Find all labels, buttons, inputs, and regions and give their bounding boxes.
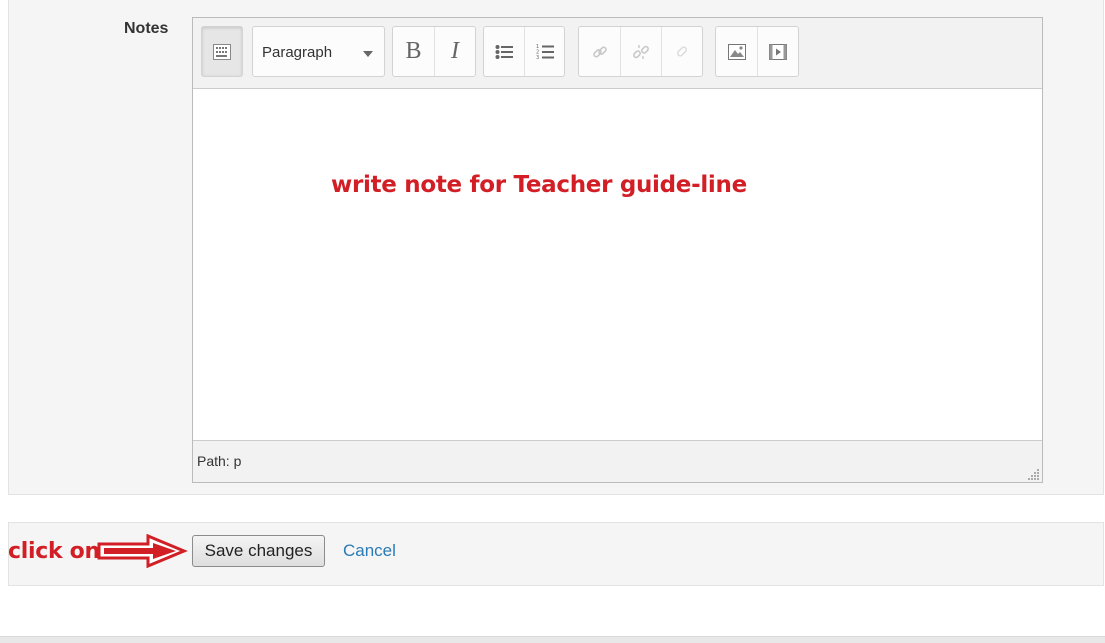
unordered-list-icon[interactable] [484, 27, 524, 76]
resize-grip-icon[interactable] [1028, 468, 1040, 480]
editor-content-area[interactable]: write note for Teacher guide-line [193, 89, 1042, 440]
bold-button[interactable]: B [393, 27, 434, 76]
format-select-value: Paragraph [262, 44, 333, 61]
text-style-group: B I [392, 26, 476, 77]
editor-statusbar: Path: p [193, 440, 1042, 482]
italic-button[interactable]: I [434, 27, 475, 76]
annotation-arrow-icon [97, 534, 188, 568]
link-icon[interactable] [579, 27, 620, 76]
rich-text-editor: Paragraph B I 1 2 3 write note for Teach… [192, 17, 1043, 483]
toolbar-toggle-group [201, 26, 243, 77]
list-group: 1 2 3 [483, 26, 565, 77]
anchor-icon[interactable] [661, 27, 702, 76]
editor-toolbar: Paragraph B I 1 2 3 [193, 18, 1042, 89]
image-icon[interactable] [716, 27, 757, 76]
chevron-down-icon [363, 51, 373, 57]
cancel-link[interactable]: Cancel [343, 541, 396, 561]
element-path: Path: p [197, 453, 242, 469]
ordered-list-icon[interactable]: 1 2 3 [524, 27, 564, 76]
annotation-click-on: click on [8, 539, 100, 564]
media-group [715, 26, 799, 77]
link-group [578, 26, 703, 77]
save-changes-button[interactable]: Save changes [192, 535, 325, 567]
format-select[interactable]: Paragraph [252, 26, 385, 77]
editor-content-text: write note for Teacher guide-line [331, 172, 747, 198]
media-icon[interactable] [757, 27, 798, 76]
notes-label: Notes [124, 20, 169, 37]
toolbar-toggle-icon[interactable] [202, 27, 242, 76]
svg-text:3: 3 [536, 55, 539, 61]
unlink-icon[interactable] [620, 27, 661, 76]
